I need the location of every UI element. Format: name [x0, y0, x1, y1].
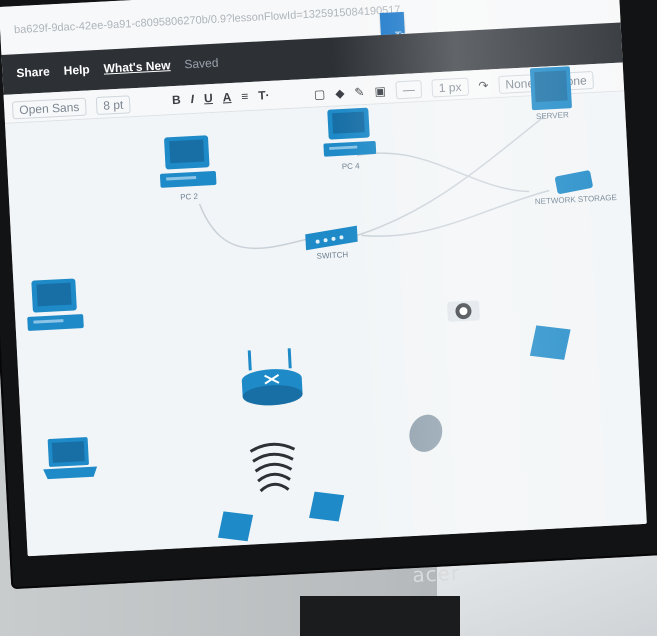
curve-icon[interactable]: ↷ [478, 79, 489, 94]
wireless-node[interactable] [244, 439, 303, 502]
underline-button[interactable]: U [204, 91, 213, 105]
camera-node[interactable] [443, 294, 485, 326]
text-style-button[interactable]: T· [258, 88, 270, 103]
diagram-canvas[interactable]: PC 2 PC 4 SERVER SWITCH NETWORK STORAGE [5, 66, 647, 557]
tablet-node-bottom-mid[interactable] [305, 486, 351, 526]
font-select[interactable]: Open Sans [11, 97, 87, 120]
pc-4-node[interactable]: PC 4 [320, 104, 379, 172]
pc-2-node[interactable]: PC 2 [156, 133, 219, 203]
line-style-select[interactable]: — [395, 80, 423, 100]
switch-node[interactable]: SWITCH [301, 223, 363, 261]
desktop-pc-icon [159, 135, 217, 188]
monitor: ba629f-9dac-42ee-9a91-c8095806270b/0.9?l… [0, 0, 657, 629]
wireless-signal-icon [249, 442, 296, 493]
monitor-brand-logo: acer [411, 560, 461, 588]
pc-left-node[interactable] [23, 275, 86, 338]
image-icon[interactable]: ▣ [374, 84, 386, 99]
server-icon [529, 66, 572, 111]
router-icon [241, 348, 303, 406]
monitor-screen: ba629f-9dac-42ee-9a91-c8095806270b/0.9?l… [0, 0, 647, 557]
font-color-button[interactable]: A [222, 90, 231, 104]
router-node[interactable] [235, 343, 308, 409]
tablet-icon [529, 325, 571, 360]
monitor-bezel: ba629f-9dac-42ee-9a91-c8095806270b/0.9?l… [0, 0, 657, 590]
tablet-node-right[interactable] [526, 319, 576, 365]
line-width-select[interactable]: 1 px [431, 77, 469, 98]
mouse-icon [409, 414, 443, 452]
fill-icon[interactable]: ◆ [335, 86, 345, 100]
laptop-icon [43, 437, 98, 480]
menu-item-help[interactable]: Help [63, 62, 90, 77]
menu-item-whats-new[interactable]: What's New [103, 58, 171, 75]
tablet-icon [309, 491, 345, 522]
pencil-icon[interactable]: ✎ [354, 85, 365, 100]
tablet-icon [217, 511, 254, 542]
save-status: Saved [184, 55, 219, 72]
desktop-pc-icon [27, 278, 84, 331]
tablet-node-bottom-left[interactable] [213, 506, 259, 546]
laptop-node[interactable] [40, 434, 102, 483]
font-size-select[interactable]: 8 pt [95, 95, 131, 116]
network-storage-icon [555, 170, 593, 194]
url-text: ba629f-9dac-42ee-9a91-c8095806270b/0.9?l… [13, 4, 401, 37]
try-paid-features-button[interactable]: Try paid features free! ✕ [379, 11, 502, 43]
camera-icon [447, 300, 480, 322]
switch-icon [305, 225, 358, 251]
align-button[interactable]: ≡ [241, 89, 249, 103]
menu-item-share[interactable]: Share [16, 64, 50, 80]
network-storage-node[interactable]: NETWORK STORAGE [533, 167, 617, 206]
bold-button[interactable]: B [172, 93, 181, 107]
mouse-node[interactable] [404, 411, 448, 455]
server-node[interactable]: SERVER [528, 64, 575, 121]
desktop-pc-icon [323, 107, 377, 157]
shape-icon[interactable]: ▢ [314, 87, 326, 102]
italic-button[interactable]: I [190, 92, 194, 106]
